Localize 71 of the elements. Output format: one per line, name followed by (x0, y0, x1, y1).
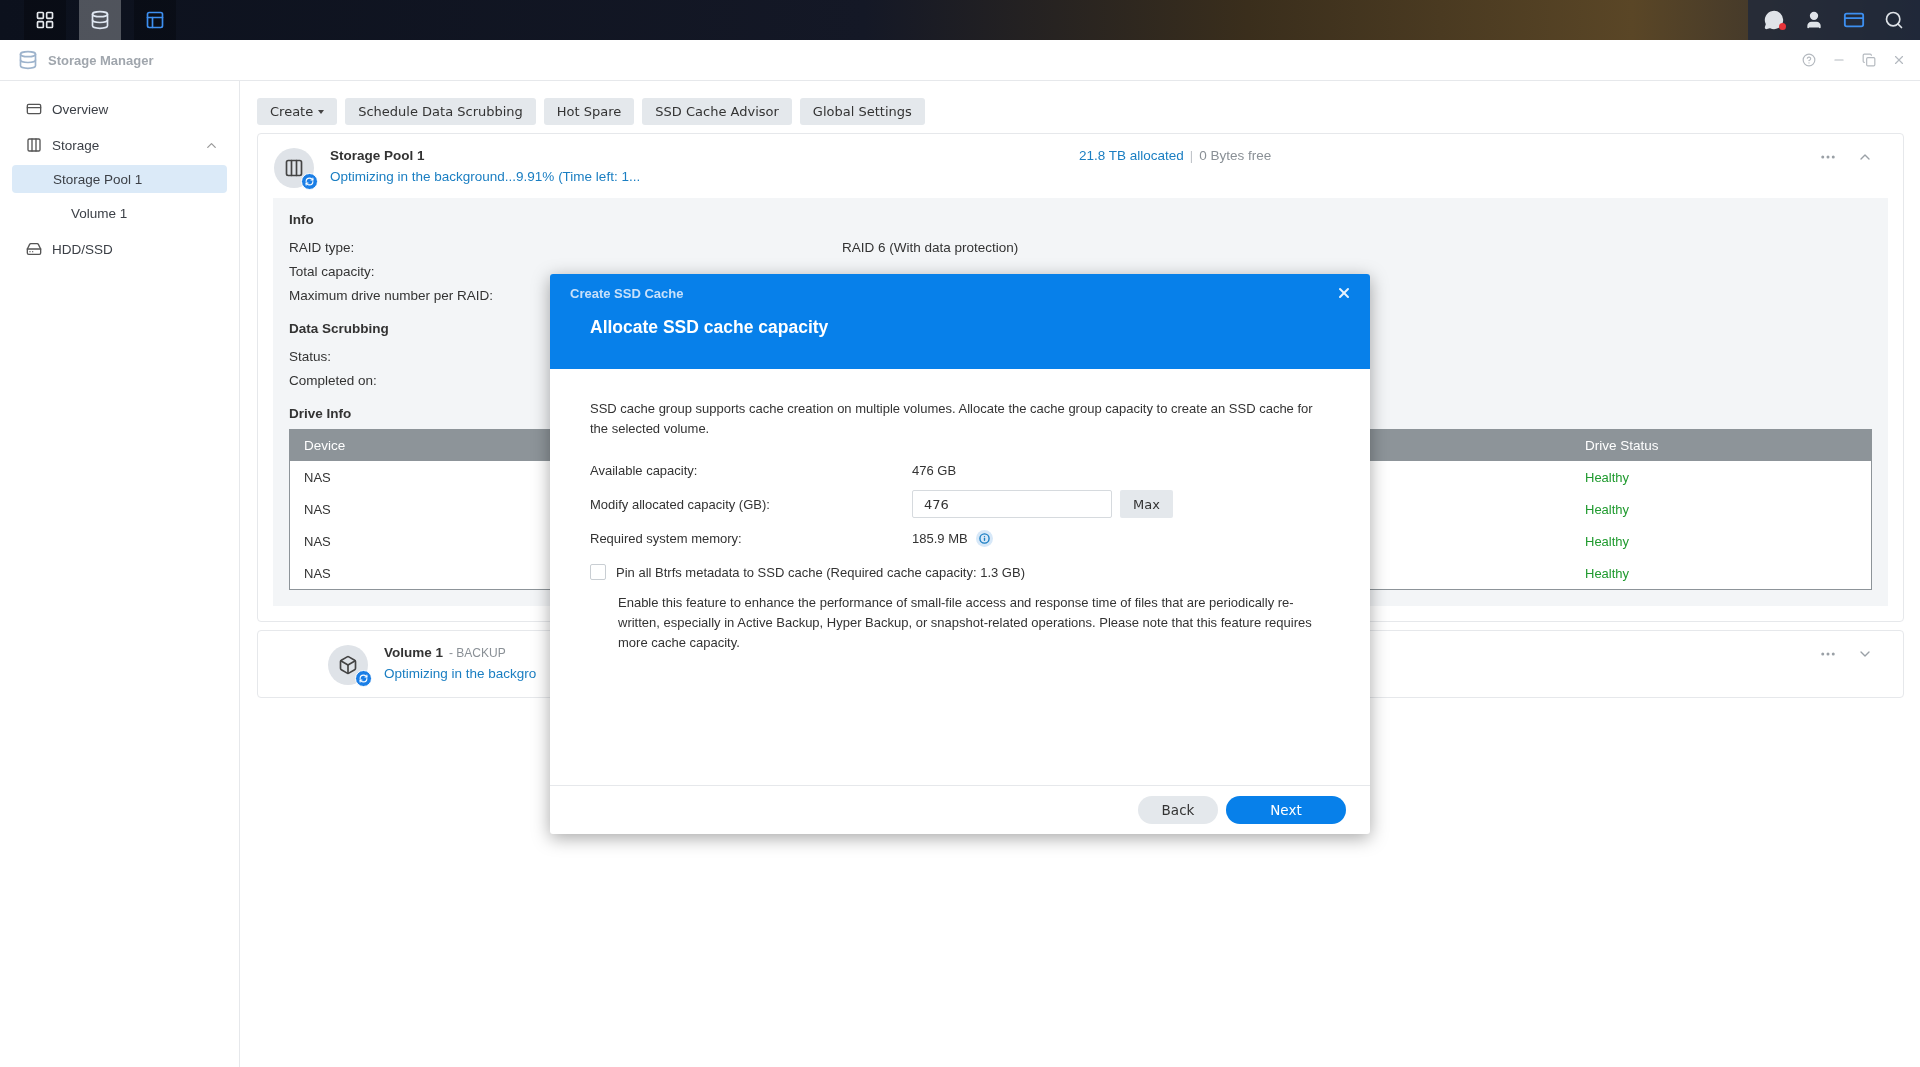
note-text: Enable this feature to enhance the performance of small-file access and response time of files that are periodically re-written, especially in Active Backup, Hyper Backup, or snapshot-related operations. Please note that this feature requires more cache capacity. (618, 594, 1313, 652)
sidebar-item[interactable]: Overview (12, 95, 227, 123)
table-cell: NAS (304, 533, 331, 549)
checkbox[interactable] (590, 564, 606, 580)
dialog-title: Allocate SSD cache capacity (590, 317, 830, 338)
sidebar-item[interactable]: Storage Pool 1 (12, 165, 227, 193)
table-cell: Healthy (1585, 565, 1630, 581)
field-value: 185.9 MB (912, 530, 968, 546)
field-label: Completed on: (289, 372, 377, 388)
info-icon[interactable] (975, 529, 993, 547)
volume-title: Volume 1 (384, 645, 444, 660)
table-cell: NAS (304, 565, 331, 581)
overview-icon (26, 101, 42, 117)
storage-icon (26, 137, 42, 153)
field-value: 476 GB (912, 462, 957, 478)
table-cell: Healthy (1585, 469, 1630, 485)
panel-icon (145, 10, 165, 30)
field-label: Maximum drive number per RAID: (289, 287, 494, 303)
search-icon (1884, 10, 1904, 30)
intro-text: SSD cache group supports cache creation on multiple volumes. Allocate the cache group capacity to create an SSD cache for the selected volume. (590, 400, 1314, 438)
drive-icon (26, 241, 42, 257)
database-icon (90, 10, 110, 30)
toolbar-button[interactable]: Global Settings (799, 98, 925, 125)
table-cell: NAS (304, 469, 331, 485)
free-text: 0 Bytes free (1199, 148, 1272, 163)
field-label: Available capacity: (590, 462, 698, 478)
toolbar-button[interactable]: Create (257, 98, 338, 125)
table-cell: Healthy (1585, 533, 1630, 549)
dialog-caption: Create SSD Cache (570, 285, 684, 301)
column-header: Device (303, 438, 347, 453)
table-cell: NAS (304, 501, 331, 517)
sidebar-item[interactable]: Storage (12, 131, 227, 159)
field-label: Required system memory: (590, 530, 742, 546)
close-button[interactable] (1336, 285, 1352, 301)
section-title: Data Scrubbing (289, 321, 389, 336)
sidebar-item[interactable]: HDD/SSD (12, 235, 227, 263)
allocated-text: 21.8 TB allocated (1079, 148, 1184, 163)
close-icon[interactable] (1892, 53, 1906, 67)
field-value: RAID 6 (With data protection) (842, 239, 1019, 255)
pool-status[interactable]: Optimizing in the background...9.91% (Time left: 1... (330, 169, 641, 184)
help-icon[interactable] (1802, 53, 1816, 67)
user-icon (1804, 10, 1824, 30)
taskbar-app[interactable] (134, 0, 176, 40)
separator: | (1189, 148, 1194, 163)
toolbar-button[interactable]: Schedule Data Scrubbing (345, 98, 536, 125)
field-label: RAID type: (289, 239, 355, 255)
toolbar-button[interactable]: SSD Cache Advisor (642, 98, 792, 125)
sidebar-item[interactable]: Volume 1 (12, 199, 227, 227)
back-button[interactable]: Back (1138, 796, 1218, 824)
volume-status[interactable]: Optimizing in the backgro (384, 666, 537, 681)
pool-title: Storage Pool 1 (330, 148, 426, 163)
capacity-input[interactable]: 476 (912, 490, 1112, 518)
section-title: Info (289, 212, 314, 227)
restore-icon[interactable] (1862, 53, 1876, 67)
column-header: Drive Status (1584, 438, 1660, 453)
table-cell: Healthy (1585, 501, 1630, 517)
grid-icon (35, 10, 55, 30)
app-icon (18, 50, 38, 70)
toolbar-button[interactable]: Hot Spare (543, 98, 635, 125)
taskbar-app[interactable] (79, 0, 121, 40)
field-label: Modify allocated capacity (GB): (590, 496, 770, 512)
field-label: Status: (289, 348, 332, 364)
window-title: Storage Manager (48, 52, 154, 68)
field-label: Total capacity: (289, 263, 375, 279)
max-button[interactable]: Max (1120, 490, 1173, 518)
volume-tag: - BACKUP (449, 646, 506, 660)
taskbar-app[interactable] (24, 0, 66, 40)
checkbox-label: Pin all Btrfs metadata to SSD cache (Required cache capacity: 1.3 GB) (616, 564, 1025, 580)
next-button[interactable]: Next (1226, 796, 1346, 824)
chat-icon (1764, 10, 1784, 30)
section-title: Drive Info (289, 406, 352, 421)
